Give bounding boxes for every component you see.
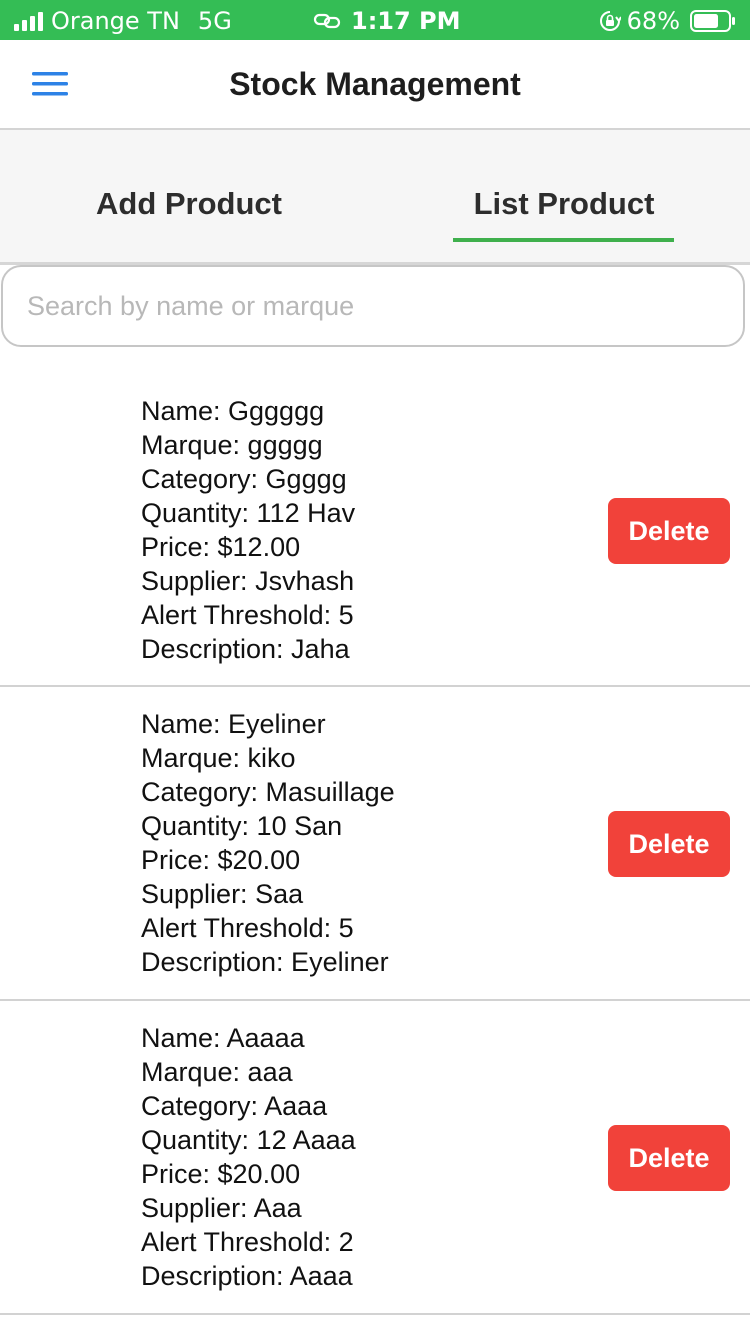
product-price: Price: $20.00 <box>141 845 301 875</box>
tab-add-product[interactable]: Add Product <box>0 130 378 262</box>
product-description: Description: Jaha <box>141 634 350 664</box>
product-details: Name: Eyeliner Marque: kiko Category: Ma… <box>141 707 395 979</box>
product-description: Description: Aaaa <box>141 1261 353 1291</box>
product-alert-threshold: Alert Threshold: 5 <box>141 600 354 630</box>
carrier-name: Orange TN <box>51 7 180 35</box>
product-details: Name: Aaaaa Marque: aaa Category: Aaaa Q… <box>141 1021 356 1293</box>
network-type: 5G <box>197 7 232 35</box>
product-quantity: Quantity: 112 Hav <box>141 498 356 528</box>
product-category: Category: Ggggg <box>141 464 347 494</box>
app-header: Stock Management <box>0 40 750 130</box>
list-item: Name: Aaaaa Marque: aaa Category: Aaaa Q… <box>0 1001 750 1315</box>
search-input[interactable] <box>1 265 745 347</box>
list-item: Name: Eyeliner Marque: kiko Category: Ma… <box>0 687 750 1001</box>
product-supplier: Supplier: Aaa <box>141 1193 302 1223</box>
active-tab-indicator <box>453 238 674 242</box>
product-category: Category: Aaaa <box>141 1091 328 1121</box>
product-price: Price: $20.00 <box>141 1159 301 1189</box>
product-description: Description: Eyeliner <box>141 947 389 977</box>
orientation-lock-icon <box>599 10 621 32</box>
product-supplier: Supplier: Saa <box>141 879 304 909</box>
product-list: Name: Gggggg Marque: ggggg Category: Ggg… <box>0 374 750 1315</box>
link-icon <box>313 13 341 29</box>
delete-button[interactable]: Delete <box>608 811 730 877</box>
page-title: Stock Management <box>229 66 521 102</box>
product-name: Name: Eyeliner <box>141 709 326 739</box>
status-bar: Orange TN 5G 1:17 PM 68% <box>0 0 750 40</box>
list-item: Name: Gggggg Marque: ggggg Category: Ggg… <box>0 374 750 687</box>
status-time: 1:17 PM <box>351 7 461 35</box>
product-name: Name: Gggggg <box>141 396 325 426</box>
battery-percentage: 68% <box>626 7 680 35</box>
product-details: Name: Gggggg Marque: ggggg Category: Ggg… <box>141 394 355 666</box>
product-supplier: Supplier: Jsvhash <box>141 566 355 596</box>
tab-list-product[interactable]: List Product <box>378 130 750 262</box>
product-alert-threshold: Alert Threshold: 5 <box>141 913 354 943</box>
product-marque: Marque: aaa <box>141 1057 293 1087</box>
product-marque: Marque: ggggg <box>141 430 323 460</box>
delete-button[interactable]: Delete <box>608 1125 730 1191</box>
battery-icon <box>690 10 736 32</box>
product-marque: Marque: kiko <box>141 743 296 773</box>
hamburger-menu-icon[interactable] <box>32 70 68 98</box>
product-price: Price: $12.00 <box>141 532 301 562</box>
product-category: Category: Masuillage <box>141 777 395 807</box>
product-name: Name: Aaaaa <box>141 1023 305 1053</box>
product-alert-threshold: Alert Threshold: 2 <box>141 1227 354 1257</box>
tab-bar: Add Product List Product <box>0 130 750 265</box>
delete-button[interactable]: Delete <box>608 498 730 564</box>
product-quantity: Quantity: 12 Aaaa <box>141 1125 356 1155</box>
signal-icon <box>14 11 43 31</box>
product-quantity: Quantity: 10 San <box>141 811 343 841</box>
